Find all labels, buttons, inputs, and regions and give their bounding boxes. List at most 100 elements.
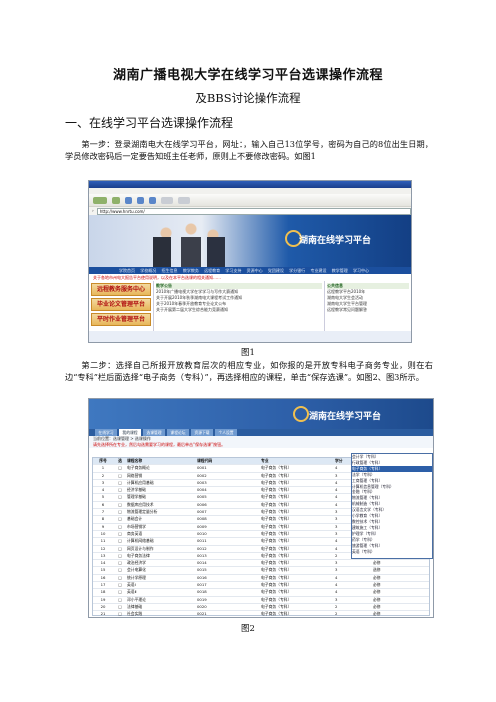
table-cell: 计算机网络基础 xyxy=(127,538,154,544)
course-checkbox: □ xyxy=(118,509,122,515)
table-cell: 0003 xyxy=(197,479,207,485)
document-title: 湖南广播电视大学在线学习平台选课操作流程 xyxy=(112,68,383,83)
tab-my-courses: 我的课程 xyxy=(119,429,141,436)
course-checkbox: □ xyxy=(118,538,122,544)
table-cell: 0001 xyxy=(197,465,207,471)
table-cell: 12 xyxy=(100,545,106,551)
table-cell: 电子商务法律 xyxy=(127,552,150,558)
course-checkbox: □ xyxy=(118,479,122,485)
major-dropdown-list: 会计学（专科） 行政管理（专科） 电子商务（专科） 法学（专科） 工商管理（专科） 计算机… xyxy=(351,453,433,559)
table-cell: 会计电算化 xyxy=(127,567,146,573)
browser-address-bar: › http://www.hnrtu.com/ xyxy=(89,206,411,215)
address-input: http://www.hnrtu.com/ xyxy=(96,207,411,215)
table-cell: 18 xyxy=(100,589,106,595)
table-cell: 21 xyxy=(100,611,106,617)
column-header: 选 xyxy=(118,458,122,463)
table-cell: 0002 xyxy=(197,472,207,478)
tab-forum: 课程论坛 xyxy=(167,429,189,436)
table-cell: 电子商务（专科） xyxy=(261,479,292,485)
site-body: 远程教务服务中心 毕业论文管理平台 平时作业管理平台 教学公告 2010年广播电… xyxy=(89,281,411,331)
step2-paragraph: 第二步：选择自己所报开放教育层次的相应专业，如你报的是开放专科电子商务专业，则在… xyxy=(65,360,433,383)
site-nav: 学院首页 学校概况 招生信息 教学教务 远程教育 学习支持 资源中心 党团建设 … xyxy=(89,267,411,274)
table-cell: 电子商务（专科） xyxy=(261,574,292,580)
column-header: 课程代码 xyxy=(197,458,213,463)
table-row: 18 □ 英语Ⅱ 0018 电子商务（专科） 4 必修 xyxy=(93,589,429,597)
table-cell: 经济学基础 xyxy=(127,487,146,493)
announcement-item: 关于开展第二届大学生综合能力竞赛通知 xyxy=(156,307,228,312)
table-cell: 电子商务（专科） xyxy=(261,494,292,500)
table-cell: 选修 xyxy=(373,567,381,573)
table-cell: 0021 xyxy=(197,611,207,617)
table-cell: 5 xyxy=(101,494,105,500)
table-cell: 11 xyxy=(100,538,106,544)
section-heading: 一、在线学习平台选课操作流程 xyxy=(65,116,234,130)
table-cell: 4 xyxy=(101,487,105,493)
table-cell: 0008 xyxy=(197,516,207,522)
table-cell: 3 xyxy=(101,479,105,485)
tab-online-learning: 在线学习 xyxy=(95,429,117,436)
table-cell: 网页设计与制作 xyxy=(127,545,154,551)
service-center-button: 远程教务服务中心 xyxy=(91,283,151,296)
home-icon xyxy=(149,196,156,204)
table-cell: 4 xyxy=(335,589,338,595)
table-cell: 必修 xyxy=(373,574,381,580)
site-logo-text: 湖南在线学习平台 xyxy=(299,236,372,246)
table-cell: 数据库应用技术 xyxy=(127,501,154,507)
table-cell: 0019 xyxy=(197,596,207,602)
course-checkbox: □ xyxy=(118,560,122,566)
table-cell: 必修 xyxy=(373,603,381,609)
table-cell: 政治经济学 xyxy=(127,560,146,566)
table-cell: 8 xyxy=(101,516,105,522)
table-cell: 16 xyxy=(100,574,106,580)
table-cell: 必修 xyxy=(373,611,381,617)
platform-banner: 湖南在线学习平台 xyxy=(89,399,433,429)
table-cell: 基础会计 xyxy=(127,516,143,522)
stop-icon xyxy=(125,196,132,204)
table-cell: 0015 xyxy=(197,567,207,573)
table-cell: 电子商务（专科） xyxy=(261,530,292,536)
table-cell: 电子商务概论 xyxy=(127,465,150,471)
table-cell: 4 xyxy=(335,574,338,580)
table-cell: 10 xyxy=(100,530,106,536)
table-cell: 2 xyxy=(335,603,338,609)
table-cell: 0006 xyxy=(197,501,207,507)
table-cell: 必修 xyxy=(373,582,381,588)
platform-logo-text: 湖南在线学习平台 xyxy=(309,412,382,422)
back-icon xyxy=(93,196,107,204)
table-cell: 0011 xyxy=(197,538,207,544)
platform-tabs: 在线学习 我的课程 选课管理 课程论坛 资源下载 个人设置 xyxy=(89,429,433,436)
table-cell: 电子商务（专科） xyxy=(261,538,292,544)
table-cell: 1 xyxy=(101,465,105,471)
course-checkbox: □ xyxy=(118,530,122,536)
table-cell: 电子商务（专科） xyxy=(261,567,292,573)
table-cell: 网络营销 xyxy=(127,472,143,478)
table-cell: 电子商务（专科） xyxy=(261,611,292,617)
table-cell: 计算机应用基础 xyxy=(127,479,154,485)
table-cell: 电子商务（专科） xyxy=(261,516,292,522)
table-cell: 19 xyxy=(100,596,106,602)
left-buttons: 远程教务服务中心 毕业论文管理平台 平时作业管理平台 xyxy=(89,281,153,331)
course-checkbox: □ xyxy=(118,472,122,478)
column-header: 课程名称 xyxy=(127,458,143,463)
table-cell: 电子商务（专科） xyxy=(261,552,292,558)
table-cell: 电子商务（专科） xyxy=(261,589,292,595)
table-cell: 3 xyxy=(335,596,338,602)
public-info-item: 远程教学常见问题解答 xyxy=(327,307,367,312)
table-cell: 0009 xyxy=(197,523,207,529)
course-checkbox: □ xyxy=(118,574,122,580)
table-cell: 0014 xyxy=(197,560,207,566)
table-cell: 邓小平理论 xyxy=(127,596,146,602)
table-cell: 电子商务（专科） xyxy=(261,487,292,493)
table-cell: 电子商务（专科） xyxy=(261,582,292,588)
table-cell: 0005 xyxy=(197,494,207,500)
table-cell: 电子商务（专科） xyxy=(261,603,292,609)
figure2-caption: 图2 xyxy=(241,624,255,634)
table-cell: 4 xyxy=(335,582,338,588)
tab-settings: 个人设置 xyxy=(215,429,237,436)
table-cell: 14 xyxy=(100,560,106,566)
table-cell: 0004 xyxy=(197,487,207,493)
column-header: 专业 xyxy=(261,458,269,463)
banner-photo-figures xyxy=(153,237,225,267)
table-cell: 0010 xyxy=(197,530,207,536)
table-cell: 0007 xyxy=(197,509,207,515)
